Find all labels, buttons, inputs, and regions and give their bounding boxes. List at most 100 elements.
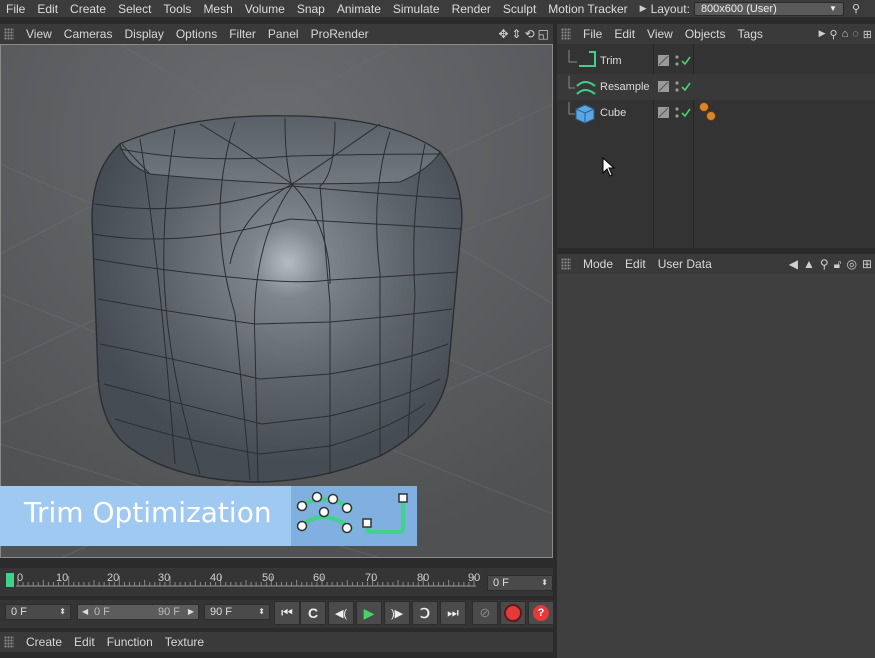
material-menu-create[interactable]: Create [20, 635, 68, 649]
stepper-icon[interactable]: ⬍ [541, 576, 548, 590]
new-window-icon[interactable]: ⊞ [863, 28, 872, 41]
main-menu-bar: File Edit Create Select Tools Mesh Volum… [0, 0, 875, 17]
om-menu-edit[interactable]: Edit [608, 27, 641, 41]
object-name[interactable]: Resample [600, 81, 650, 93]
range-right-arrow-icon[interactable]: ▶ [188, 605, 194, 619]
next-frame-button[interactable]: )▶ [384, 601, 410, 625]
stepper-icon[interactable]: ⬍ [258, 605, 265, 619]
material-menu-edit[interactable]: Edit [68, 635, 101, 649]
menu-motion-tracker[interactable]: Motion Tracker [542, 2, 633, 16]
previous-key-button[interactable]: C [300, 601, 326, 625]
go-to-start-icon: ⏮ [281, 605, 293, 620]
previous-frame-icon: ◀( [334, 607, 348, 620]
viewport-menu-prorender[interactable]: ProRender [305, 27, 375, 41]
menu-tools[interactable]: Tools [157, 2, 197, 16]
target-icon[interactable]: ◎ [846, 257, 856, 272]
new-window-icon[interactable]: ⊞ [862, 257, 872, 272]
end-frame-field[interactable]: 90 F ⬍ [204, 604, 270, 620]
object-name[interactable]: Trim [600, 55, 622, 67]
menu-mesh[interactable]: Mesh [197, 2, 238, 16]
om-menu-objects[interactable]: Objects [679, 27, 732, 41]
viewport-menu-filter[interactable]: Filter [223, 27, 262, 41]
autokey-button[interactable] [500, 601, 526, 625]
menu-select[interactable]: Select [112, 2, 157, 16]
search-icon[interactable]: ⚲ [820, 257, 829, 272]
start-frame-field[interactable]: 0 F ⬍ [5, 604, 71, 620]
next-key-button[interactable]: Ↄ [412, 601, 438, 625]
move-view-icon[interactable]: ✥ [498, 27, 508, 41]
layout-select[interactable]: 800x600 (User) ▼ [693, 1, 844, 16]
previous-frame-button[interactable]: ◀( [328, 601, 354, 625]
viewport-menu-cameras[interactable]: Cameras [58, 27, 119, 41]
help-button[interactable]: ? [528, 601, 554, 625]
record-active-objects-button[interactable]: ⊘ [472, 601, 498, 625]
tick-label: 40 [210, 572, 223, 584]
object-name[interactable]: Cube [600, 107, 626, 119]
menu-sculpt[interactable]: Sculpt [497, 2, 542, 16]
playhead-marker[interactable] [6, 573, 14, 587]
am-menu-mode[interactable]: Mode [577, 257, 619, 271]
stepper-icon[interactable]: ⬍ [59, 605, 66, 619]
maximize-view-icon[interactable]: ◱ [538, 27, 549, 41]
search-icon[interactable]: ⚲ [852, 2, 860, 15]
om-menu-view[interactable]: View [641, 27, 679, 41]
phong-tag-icon[interactable] [697, 101, 719, 123]
object-row-resample[interactable]: Resample [557, 74, 875, 100]
menu-snap[interactable]: Snap [291, 2, 331, 16]
grip-icon[interactable] [561, 258, 571, 270]
tick-label: 10 [56, 572, 69, 584]
viewport-menu-panel[interactable]: Panel [262, 27, 305, 41]
viewport-menu-display[interactable]: Display [118, 27, 169, 41]
play-forward-button[interactable]: ▶ [356, 601, 382, 625]
menu-file[interactable]: File [0, 2, 31, 16]
next-key-icon: Ↄ [420, 604, 430, 621]
tick-label: 0 [17, 572, 24, 584]
lock-icon[interactable]: 🔓︎ [834, 257, 842, 272]
viewport-3d[interactable] [0, 44, 553, 558]
am-menu-user-data[interactable]: User Data [652, 257, 718, 271]
up-arrow-icon[interactable]: ▲ [803, 257, 815, 272]
menu-edit[interactable]: Edit [31, 2, 64, 16]
tick-label: 30 [158, 572, 171, 584]
rotate-view-icon[interactable]: ⟲ [525, 27, 535, 41]
object-flags[interactable] [657, 80, 693, 94]
object-flags[interactable] [657, 54, 693, 68]
menu-simulate[interactable]: Simulate [387, 2, 446, 16]
viewport-menu-view[interactable]: View [20, 27, 58, 41]
menu-overflow-icon[interactable]: ▶ [819, 28, 826, 41]
am-menu-edit[interactable]: Edit [619, 257, 652, 271]
banner-title: Trim Optimization [24, 496, 272, 529]
go-to-end-button[interactable]: ⏭ [440, 601, 466, 625]
search-icon[interactable]: ⚲ [830, 28, 838, 41]
menu-overflow-icon[interactable]: ▶ [640, 3, 647, 14]
viewport-menu-options[interactable]: Options [170, 27, 223, 41]
object-row-trim[interactable]: Trim [557, 48, 875, 74]
menu-volume[interactable]: Volume [239, 2, 291, 16]
tree-line-icon [568, 50, 596, 67]
object-row-cube[interactable]: Cube [557, 100, 875, 126]
menu-animate[interactable]: Animate [331, 2, 387, 16]
om-menu-tags[interactable]: Tags [732, 27, 769, 41]
menu-render[interactable]: Render [446, 2, 497, 16]
viewport-menu-bar: View Cameras Display Options Filter Pane… [0, 24, 553, 44]
menu-create[interactable]: Create [64, 2, 112, 16]
range-left-arrow-icon[interactable]: ◀ [82, 605, 88, 619]
back-arrow-icon[interactable]: ◀ [789, 257, 798, 272]
om-menu-file[interactable]: File [577, 27, 608, 41]
grip-icon[interactable] [4, 28, 14, 40]
object-flags[interactable] [657, 106, 693, 120]
material-menu-texture[interactable]: Texture [159, 635, 210, 649]
grip-icon[interactable] [561, 28, 571, 40]
grip-icon[interactable] [4, 636, 14, 648]
material-menu-function[interactable]: Function [101, 635, 159, 649]
tick-label: 70 [365, 572, 378, 584]
previous-key-icon: C [307, 605, 319, 621]
dolly-view-icon[interactable]: ⇕ [512, 27, 522, 41]
eye-icon[interactable]: ◌ [852, 28, 859, 41]
current-frame-field[interactable]: 0 F ⬍ [487, 575, 553, 591]
timeline-ruler[interactable]: 0 10 20 30 40 50 60 70 80 90 [0, 568, 553, 596]
home-icon[interactable]: ⌂ [842, 28, 849, 41]
viewport-scene [0, 44, 553, 558]
go-to-start-button[interactable]: ⏮ [274, 601, 300, 625]
frame-range-slider[interactable]: ◀ 0 F 90 F ▶ [77, 604, 199, 620]
